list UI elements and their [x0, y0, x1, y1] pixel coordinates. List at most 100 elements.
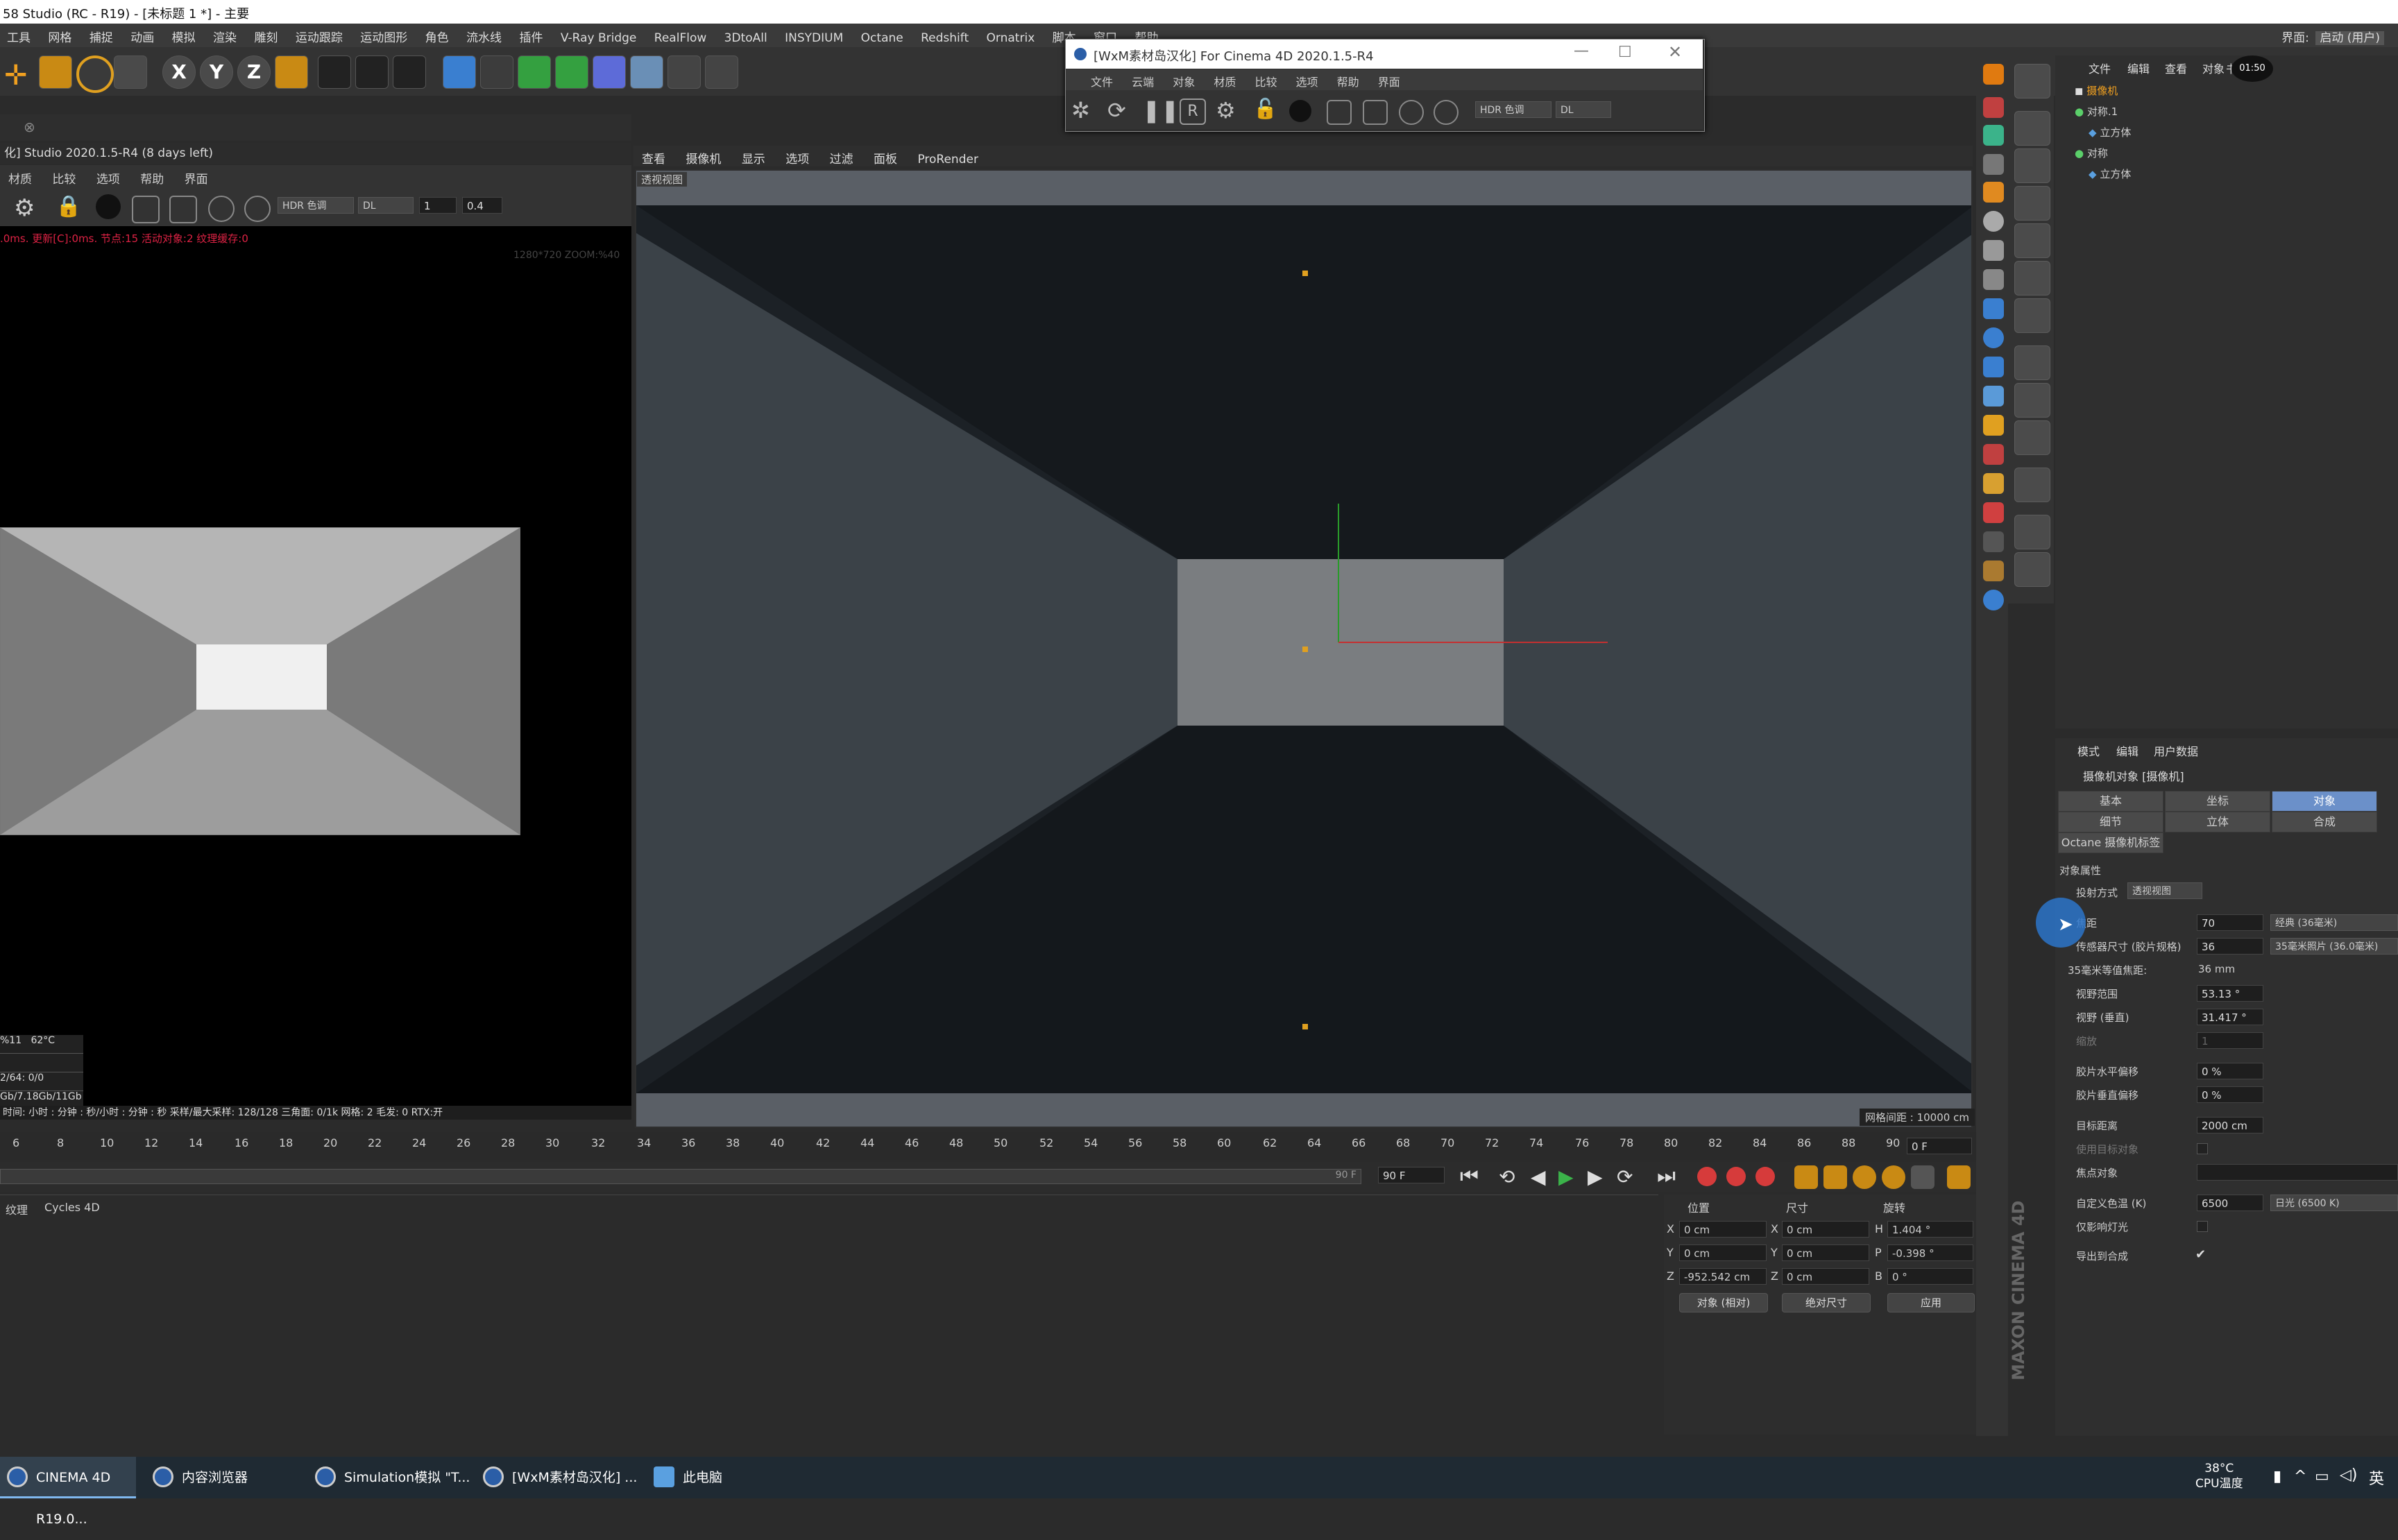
tab-object[interactable]: 对象 — [2272, 791, 2377, 812]
menu-item-snap[interactable]: 捕捉 — [90, 28, 113, 45]
deformer-icon[interactable] — [593, 55, 626, 89]
plugin-icon-15[interactable] — [1983, 473, 2004, 494]
ipr-menu-help[interactable]: 帮助 — [140, 169, 164, 187]
rotation-p-field[interactable]: -0.398 ° — [1887, 1244, 1973, 1261]
material-pick-icon[interactable] — [244, 196, 271, 222]
key-pla-icon[interactable] — [1911, 1165, 1934, 1189]
projection-dropdown[interactable]: 透视视图 — [2127, 882, 2202, 899]
fw-menu-material[interactable]: 材质 — [1214, 73, 1236, 89]
fw-focus-icon[interactable] — [1399, 100, 1424, 125]
light-icon[interactable] — [705, 55, 738, 89]
plugin-icon-11[interactable] — [1983, 357, 2004, 377]
volume-icon[interactable]: ◁) — [2340, 1466, 2358, 1484]
render-picture-viewer-icon[interactable] — [355, 55, 389, 89]
tab-composition[interactable]: 合成 — [2272, 812, 2377, 832]
go-to-start-icon[interactable]: ⏮ — [1460, 1164, 1479, 1188]
z-axis-button[interactable]: Z — [237, 55, 271, 89]
material-ball-icon[interactable] — [96, 194, 121, 219]
cpu-temp-widget[interactable]: 38°C CPU温度 — [2195, 1461, 2243, 1491]
object-row-symmetry[interactable]: ● 对称 — [2075, 146, 2108, 162]
menu-item-mograph[interactable]: 运动图形 — [360, 28, 407, 45]
menu-item-octane[interactable]: Octane — [861, 31, 903, 45]
tool-icon-7[interactable] — [2014, 298, 2050, 333]
plugin-icon-7[interactable] — [1983, 240, 2004, 261]
position-z-field[interactable]: -952.542 cm — [1679, 1268, 1767, 1285]
tool-icon-12[interactable] — [2014, 515, 2050, 549]
film-v-offset-field[interactable]: 0 % — [2197, 1086, 2263, 1103]
key-scale-icon[interactable] — [1823, 1165, 1847, 1189]
layout-selector[interactable]: 界面: 启动 (用户) — [2281, 28, 2384, 45]
object-row-symmetry-1[interactable]: ● 对称.1 — [2075, 104, 2118, 121]
fw-menu-object[interactable]: 对象 — [1173, 73, 1195, 89]
vp-menu-camera[interactable]: 摄像机 — [686, 149, 721, 166]
om-menu-file[interactable]: 文件 — [2089, 60, 2111, 76]
plugin-icon-5[interactable] — [1983, 182, 2004, 203]
close-icon[interactable]: ✕ — [1668, 42, 1682, 62]
object-row-cube[interactable]: ◆ 立方体 — [2089, 125, 2131, 142]
om-menu-view[interactable]: 查看 — [2165, 60, 2187, 76]
menu-item-animate[interactable]: 动画 — [130, 28, 154, 45]
menu-item-mesh[interactable]: 网格 — [48, 28, 71, 45]
menu-item-character[interactable]: 角色 — [425, 28, 449, 45]
vp-menu-options[interactable]: 选项 — [785, 149, 809, 166]
position-y-field[interactable]: 0 cm — [1679, 1244, 1767, 1261]
fw-pick-icon[interactable] — [1434, 100, 1459, 125]
am-menu-mode[interactable]: 模式 — [2077, 742, 2100, 759]
select-icon[interactable] — [114, 55, 147, 89]
sensor-preset-dropdown[interactable]: 35毫米照片 (36.0毫米) — [2270, 938, 2398, 955]
plugin-icon-10[interactable] — [1983, 327, 2004, 348]
fw-dl-dropdown[interactable]: DL — [1556, 101, 1611, 118]
fw-lock-icon[interactable]: 🔓 — [1253, 97, 1277, 120]
scale-icon[interactable] — [39, 55, 72, 89]
x-axis-button[interactable]: X — [162, 55, 196, 89]
minimize-icon[interactable]: — — [1574, 42, 1589, 60]
fw-menu-help[interactable]: 帮助 — [1337, 73, 1359, 89]
rotate-icon[interactable] — [76, 55, 114, 93]
move-icon[interactable]: ✛ — [4, 60, 28, 92]
fw-add-region-icon[interactable] — [1327, 100, 1352, 125]
plugin-s-icon[interactable] — [1983, 64, 2004, 85]
vp-menu-filter[interactable]: 过滤 — [830, 149, 853, 166]
lock-icon[interactable]: 🔒 — [56, 194, 81, 219]
fw-material-ball-icon[interactable] — [1289, 100, 1311, 122]
cloner-icon[interactable] — [555, 55, 588, 89]
taskbar-item-content-browser[interactable]: 内容浏览器 — [146, 1457, 305, 1498]
step-forward-icon[interactable]: ▶ — [1588, 1165, 1603, 1188]
tool-icon-6[interactable] — [2014, 261, 2050, 296]
loop-forward-icon[interactable]: ⟳ — [1617, 1165, 1633, 1188]
plugin-icon-13[interactable] — [1983, 415, 2004, 436]
plugin-icon-8[interactable] — [1983, 269, 2004, 290]
autokey-icon[interactable] — [1726, 1167, 1746, 1186]
tool-icon-4[interactable] — [2014, 186, 2050, 221]
focus-object-field[interactable] — [2197, 1164, 2398, 1181]
fw-settings-icon[interactable]: ✲ — [1071, 97, 1090, 123]
focus-icon[interactable] — [208, 196, 235, 222]
fw-menu-compare[interactable]: 比较 — [1255, 73, 1277, 89]
fw-tone-dropdown[interactable]: HDR 色调 — [1475, 101, 1551, 118]
tab-coordinates[interactable]: 坐标 — [2165, 791, 2270, 812]
fw-menu-options[interactable]: 选项 — [1296, 73, 1318, 89]
subdivision-icon[interactable] — [518, 55, 551, 89]
tool-icon-8[interactable] — [2014, 345, 2050, 380]
om-menu-object[interactable]: 对象 — [2202, 60, 2225, 76]
network-icon[interactable]: ▭ — [2315, 1468, 2329, 1485]
menu-item-3dtoall[interactable]: 3DtoAll — [724, 31, 767, 45]
bottom-tab-texture[interactable]: 纹理 — [6, 1201, 28, 1217]
camera-icon[interactable] — [667, 55, 701, 89]
affect-lights-checkbox[interactable] — [2197, 1221, 2208, 1232]
fov-vertical-field[interactable]: 31.417 ° — [2197, 1009, 2263, 1025]
size-mode-dropdown[interactable]: 绝对尺寸 — [1782, 1293, 1871, 1312]
end-frame-field[interactable]: 90 F — [1378, 1167, 1445, 1183]
fov-field[interactable]: 53.13 ° — [2197, 985, 2263, 1002]
color-temp-preset-dropdown[interactable]: 日光 (6500 K) — [2270, 1195, 2398, 1211]
go-to-end-icon[interactable]: ⏭ — [1657, 1164, 1676, 1188]
menu-item-ornatrix[interactable]: Ornatrix — [987, 31, 1035, 45]
vp-menu-display[interactable]: 显示 — [742, 149, 765, 166]
ipr-menu-options[interactable]: 选项 — [96, 169, 120, 187]
tool-icon-9[interactable] — [2014, 383, 2050, 418]
battery-icon[interactable]: ▮ — [2273, 1468, 2281, 1485]
object-row-cube-2[interactable]: ◆ 立方体 — [2089, 166, 2131, 183]
object-row-camera[interactable]: ◼ 摄像机 — [2075, 83, 2118, 100]
menu-item-pipeline[interactable]: 流水线 — [466, 28, 502, 45]
y-axis-button[interactable]: Y — [200, 55, 233, 89]
